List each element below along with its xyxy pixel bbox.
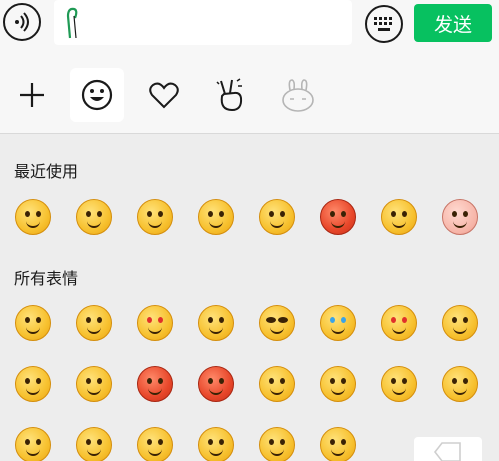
emoji-star-struck-face[interactable] — [318, 197, 358, 237]
keyboard-toggle-button[interactable] — [365, 5, 403, 43]
recent-section-title: 最近使用 — [14, 162, 79, 181]
message-text-input[interactable] — [54, 0, 352, 45]
recent-emoji-row — [0, 197, 499, 247]
emoji-surprised-face[interactable] — [379, 364, 419, 404]
emoji-sunglasses-cool-face[interactable] — [379, 197, 419, 237]
heart-icon — [149, 82, 179, 109]
chat-input-bar: 发送 — [0, 0, 499, 52]
emoji-sweating-face[interactable] — [74, 364, 114, 404]
all-emoji-row-1 — [0, 303, 499, 353]
emoji-heart-eyes-face[interactable] — [135, 303, 175, 343]
victory-hand-icon — [216, 78, 243, 112]
send-button[interactable]: 发送 — [414, 4, 492, 42]
tab-rabbit-stickers[interactable] — [271, 68, 325, 122]
rabbit-sticker-icon — [282, 79, 314, 112]
tab-stickers[interactable] — [204, 68, 258, 122]
voice-input-button[interactable] — [3, 3, 41, 41]
emoji-cool-sunglasses-face[interactable] — [257, 303, 297, 343]
smiley-icon — [81, 79, 113, 111]
emoji-nervous-face[interactable] — [318, 425, 358, 461]
sticker-tab-bar — [0, 52, 499, 134]
emoji-frowning-face[interactable] — [440, 364, 480, 404]
backspace-icon — [433, 442, 461, 461]
emoji-angry-face[interactable] — [196, 303, 236, 343]
emoji-blushing-face[interactable] — [74, 197, 114, 237]
emoji-face-with-tears-of-joy[interactable] — [13, 197, 53, 237]
all-section-title: 所有表情 — [14, 269, 79, 288]
emoji-winking-tongue-face[interactable] — [257, 364, 297, 404]
emoji-heart-eyes-smile-face[interactable] — [379, 303, 419, 343]
text-cursor-icon — [66, 7, 78, 39]
plus-icon — [20, 83, 44, 107]
emoji-shocked-red-face[interactable] — [135, 364, 175, 404]
emoji-zipped-mouth-face[interactable] — [440, 303, 480, 343]
emoji-dizzy-face[interactable] — [135, 425, 175, 461]
emoji-happy-face[interactable] — [257, 425, 297, 461]
emoji-thinking-face[interactable] — [196, 425, 236, 461]
tab-add[interactable] — [5, 68, 59, 122]
emoji-pig-face[interactable] — [440, 197, 480, 237]
emoji-laughing-crying-face[interactable] — [257, 197, 297, 237]
emoji-crying-face[interactable] — [318, 303, 358, 343]
emoji-worried-face[interactable] — [74, 303, 114, 343]
emoji-grinning-face[interactable] — [135, 197, 175, 237]
keyboard-icon — [374, 17, 392, 31]
emoji-furious-red-face[interactable] — [196, 364, 236, 404]
tab-favorites[interactable] — [137, 68, 191, 122]
voice-icon — [15, 12, 29, 32]
emoji-smirk-face[interactable] — [13, 425, 53, 461]
all-emoji-row-2 — [0, 364, 499, 414]
emoji-sleepy-face[interactable] — [13, 364, 53, 404]
emoji-smiling-face[interactable] — [13, 303, 53, 343]
delete-button[interactable] — [414, 437, 482, 461]
emoji-tongue-face[interactable] — [74, 425, 114, 461]
emoji-squinting-tongue-face[interactable] — [196, 197, 236, 237]
tab-emoji[interactable] — [70, 68, 124, 122]
emoji-grinning-teeth-face[interactable] — [318, 364, 358, 404]
